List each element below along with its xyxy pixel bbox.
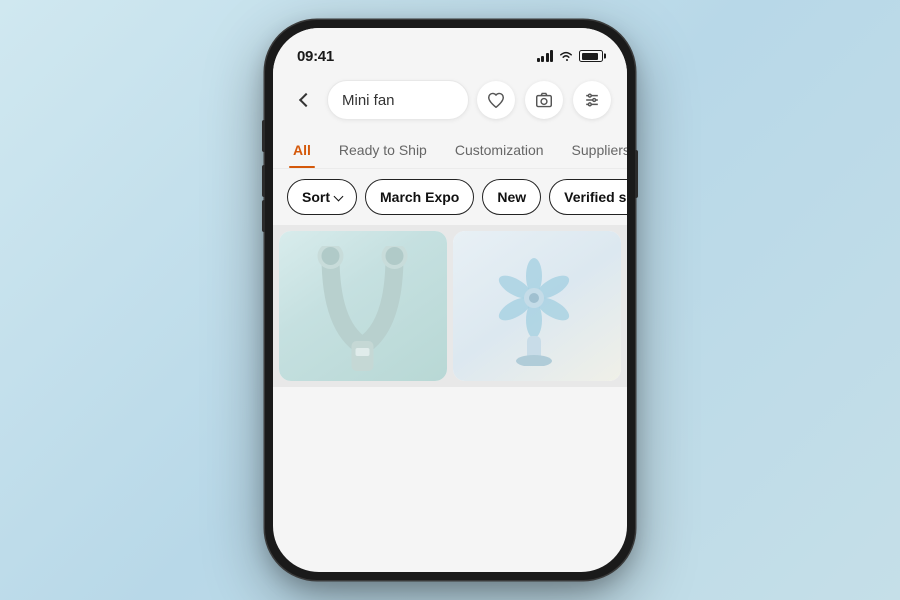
march-expo-filter[interactable]: March Expo [365, 179, 474, 215]
product-card-handheld-fan[interactable] [453, 231, 621, 381]
status-bar: 09:41 [273, 28, 627, 72]
product-grid [273, 225, 627, 387]
signal-icon [537, 50, 554, 62]
back-button[interactable] [289, 85, 319, 115]
neck-fan-illustration [316, 246, 411, 376]
tab-customization[interactable]: Customization [451, 134, 548, 168]
status-time: 09:41 [297, 48, 334, 65]
filter-bar: Sort March Expo New Verified suppliers [273, 169, 627, 225]
wifi-icon [558, 50, 574, 62]
battery-icon [579, 50, 603, 62]
sort-chevron-icon [334, 191, 344, 201]
search-action-buttons [477, 81, 611, 119]
product-image-handheld-fan [453, 231, 621, 381]
heart-icon [487, 92, 505, 108]
search-area: Mini fan [273, 72, 627, 130]
new-label: New [497, 189, 526, 205]
camera-search-button[interactable] [525, 81, 563, 119]
sliders-icon [583, 92, 601, 108]
verified-label: Verified suppliers [564, 189, 627, 205]
filter-settings-button[interactable] [573, 81, 611, 119]
new-filter[interactable]: New [482, 179, 541, 215]
tab-suppliers[interactable]: Suppliers [568, 134, 627, 168]
phone-screen: 09:41 Mini fan [273, 28, 627, 572]
product-card-neck-fan[interactable] [279, 231, 447, 381]
sort-label: Sort [302, 189, 330, 205]
category-tabs: All Ready to Ship Customization Supplier… [273, 130, 627, 169]
search-query: Mini fan [342, 92, 454, 109]
verified-filter[interactable]: Verified suppliers [549, 179, 627, 215]
camera-icon [535, 92, 553, 108]
handheld-fan-illustration [482, 246, 592, 366]
phone-mockup: 09:41 Mini fan [265, 20, 635, 580]
search-bar[interactable]: Mini fan [327, 80, 469, 120]
tab-all[interactable]: All [289, 134, 315, 168]
product-image-neck-fan [279, 231, 447, 381]
back-chevron-icon [299, 93, 313, 107]
march-expo-label: March Expo [380, 189, 459, 205]
tab-ready-to-ship[interactable]: Ready to Ship [335, 134, 431, 168]
status-icons [537, 50, 604, 62]
sort-filter[interactable]: Sort [287, 179, 357, 215]
wishlist-button[interactable] [477, 81, 515, 119]
